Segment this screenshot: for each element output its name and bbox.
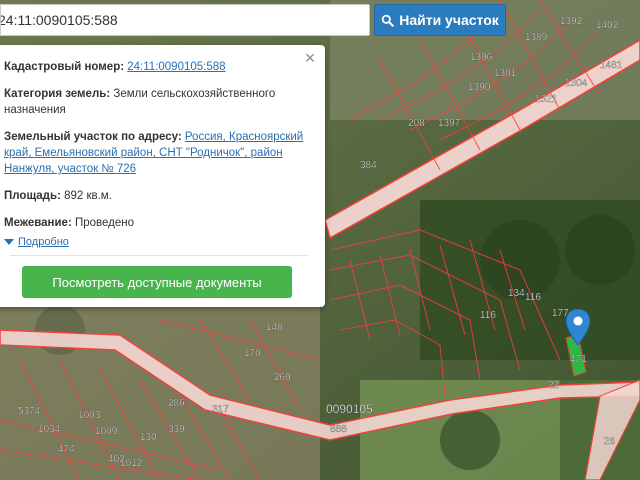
- map-label: 1397: [438, 118, 461, 129]
- parcel-info-popup: × Кадастровый номер: 24:11:0090105:588 К…: [0, 45, 325, 307]
- map-label: 1396: [470, 52, 493, 63]
- map-label: 269: [274, 372, 291, 383]
- land-category-row: Категория земель: Земли сельскохозяйстве…: [4, 86, 325, 118]
- survey-value: Проведено: [74, 217, 135, 229]
- details-label: Подробно: [18, 236, 69, 248]
- map-label: 1301: [494, 68, 517, 79]
- map-label: 0090105: [326, 402, 373, 416]
- map-label: 1481: [600, 60, 623, 71]
- search-box[interactable]: [0, 4, 370, 36]
- map-label: 116: [525, 292, 541, 303]
- view-documents-label: Посмотреть доступные документы: [52, 274, 262, 290]
- map-label: 134: [508, 288, 525, 299]
- divider: [10, 255, 309, 256]
- map-label: 474: [58, 444, 75, 455]
- map-label: 1392: [560, 16, 583, 27]
- land-category-label: Категория земель:: [4, 88, 111, 100]
- search-input[interactable]: [1, 5, 369, 35]
- cadastral-number-link[interactable]: 24:11:0090105:588: [127, 61, 225, 73]
- map-label: 1390: [468, 82, 491, 93]
- map-label: 170: [244, 348, 261, 359]
- address-label: Земельный участок по адресу:: [4, 131, 182, 143]
- map-label: 26: [604, 436, 616, 447]
- map-label: 1034: [38, 424, 61, 435]
- map-label: 208: [408, 118, 425, 129]
- map-label: 1012: [120, 458, 143, 469]
- area-label: Площадь:: [4, 190, 61, 202]
- map-label: 384: [360, 160, 377, 171]
- map-label: 148: [266, 322, 283, 333]
- map-label: 130: [140, 432, 157, 443]
- find-parcel-label: Найти участок: [399, 12, 499, 28]
- map-label: 317: [212, 404, 229, 415]
- details-toggle[interactable]: Подробно: [4, 236, 325, 248]
- view-documents-button[interactable]: Посмотреть доступные документы: [22, 266, 292, 298]
- find-parcel-button[interactable]: Найти участок: [374, 4, 506, 36]
- search-icon: [381, 14, 395, 27]
- map-label: 286: [168, 398, 185, 409]
- survey-row: Межевание: Проведено: [4, 215, 325, 231]
- map-label: 471: [570, 354, 587, 365]
- location-pin-icon[interactable]: [566, 309, 590, 345]
- survey-label: Межевание:: [4, 217, 72, 229]
- map-label: 1389: [525, 32, 548, 43]
- map-label: 1009: [95, 426, 118, 437]
- cadastral-number-row: Кадастровый номер: 24:11:0090105:588: [4, 59, 325, 75]
- cadastral-label: Кадастровый номер:: [4, 61, 125, 73]
- caret-down-icon: [4, 239, 14, 245]
- address-row: Земельный участок по адресу: Россия, Кра…: [4, 129, 325, 177]
- map-label: 116: [480, 310, 496, 321]
- map-label: 5374: [18, 406, 41, 417]
- map-label: 1003: [78, 410, 101, 421]
- map-label: 339: [168, 424, 185, 435]
- close-icon[interactable]: ×: [303, 49, 317, 67]
- area-row: Площадь: 892 кв.м.: [4, 188, 325, 204]
- area-value: 892 кв.м.: [64, 190, 112, 202]
- map-label: 1304: [565, 78, 588, 89]
- map-label: 1321: [535, 94, 558, 105]
- map-label: 1402: [596, 20, 619, 31]
- map-label: 888: [330, 424, 347, 435]
- map-label: 22: [548, 380, 560, 391]
